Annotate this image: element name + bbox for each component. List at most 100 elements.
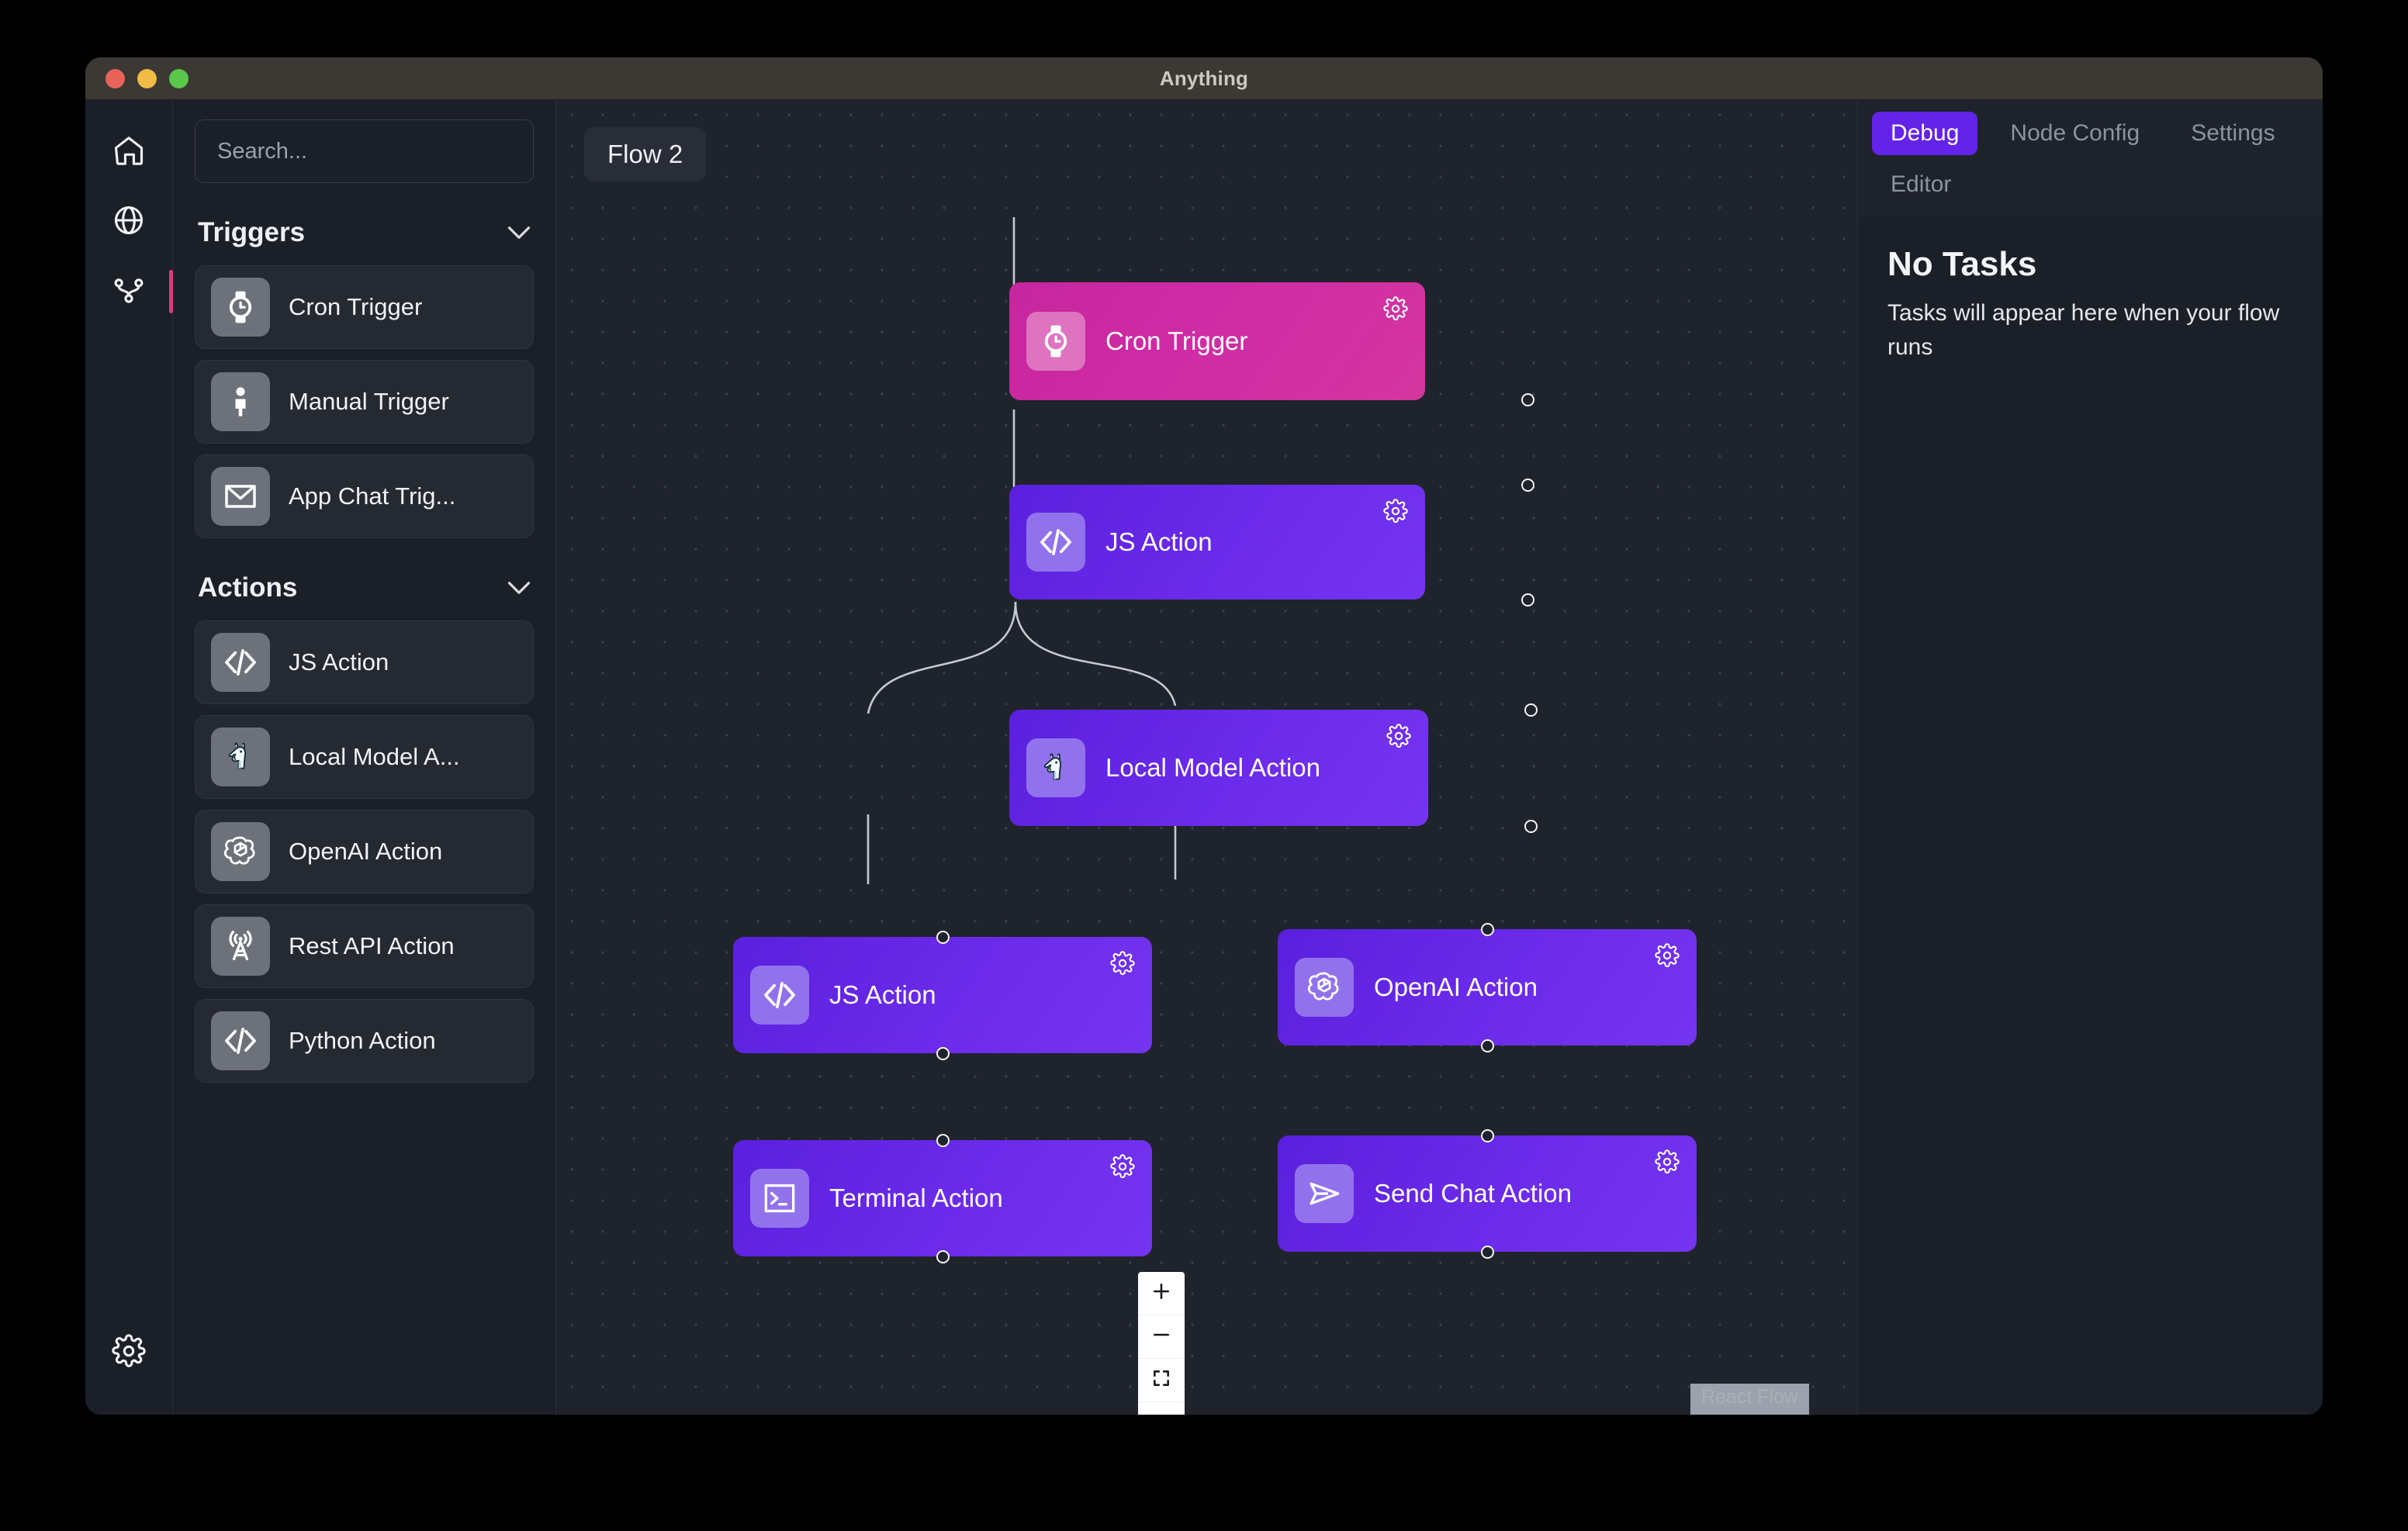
flow-node-js-action-2[interactable]: JS Action	[733, 937, 1152, 1053]
section-header-actions[interactable]: Actions	[198, 572, 531, 603]
node-handle-target[interactable]	[936, 1134, 950, 1147]
toggle-interactivity-button[interactable]	[1138, 1402, 1185, 1415]
code-brackets-icon	[1026, 513, 1085, 572]
flow-node-local-model-action[interactable]: Local Model Action	[1009, 710, 1428, 826]
flow-node-label: Send Chat Action	[1374, 1179, 1572, 1208]
react-flow-watermark[interactable]: React Flow	[1690, 1384, 1809, 1415]
palette-item-label: Local Model A...	[289, 743, 460, 770]
node-handle-target[interactable]	[936, 931, 950, 944]
tab-node-config[interactable]: Node Config	[1991, 112, 2158, 155]
flow-branch-icon	[112, 273, 146, 311]
section-title-actions: Actions	[198, 572, 298, 603]
palette-item-js-action[interactable]: JS Action	[195, 620, 534, 704]
llama-icon	[1026, 738, 1085, 797]
tab-settings[interactable]: Settings	[2172, 112, 2293, 155]
node-settings-gear-icon[interactable]	[1386, 724, 1411, 748]
search-input[interactable]	[195, 119, 534, 183]
unlock-icon	[1151, 1412, 1171, 1415]
edge-local-to-openai	[1014, 601, 1177, 707]
zoom-controls	[1138, 1272, 1185, 1415]
terminal-icon	[750, 1169, 809, 1228]
palette-item-manual-trigger[interactable]: Manual Trigger	[195, 360, 534, 444]
node-settings-gear-icon[interactable]	[1655, 943, 1680, 968]
flow-node-label: JS Action	[829, 980, 936, 1009]
code-brackets-icon	[750, 966, 809, 1025]
window-body: Triggers Cron Trigger	[85, 99, 2323, 1415]
zoom-in-button[interactable]	[1138, 1272, 1185, 1315]
flow-node-label: Cron Trigger	[1105, 327, 1248, 355]
node-handle-source[interactable]	[1524, 820, 1538, 833]
tab-debug[interactable]: Debug	[1872, 112, 1978, 155]
rail-item-home[interactable]	[101, 124, 157, 180]
llama-icon	[211, 727, 270, 786]
paper-plane-icon	[1295, 1164, 1354, 1223]
node-handle-source[interactable]	[936, 1250, 950, 1263]
code-brackets-icon	[211, 633, 270, 692]
node-settings-gear-icon[interactable]	[1383, 499, 1408, 524]
flow-node-terminal-action[interactable]: Terminal Action	[733, 1140, 1152, 1256]
node-settings-gear-icon[interactable]	[1383, 296, 1408, 321]
rail-item-globe[interactable]	[101, 194, 157, 250]
empty-state-heading: No Tasks	[1887, 245, 2037, 283]
node-settings-gear-icon[interactable]	[1110, 1154, 1135, 1179]
flow-node-cron-trigger[interactable]: Cron Trigger	[1009, 282, 1425, 400]
inspector-body: No Tasks Tasks will appear here when you…	[1858, 217, 2323, 364]
node-palette-panel: Triggers Cron Trigger	[173, 99, 556, 1415]
node-settings-gear-icon[interactable]	[1655, 1149, 1680, 1174]
watch-clock-icon	[1026, 312, 1085, 371]
palette-item-label: JS Action	[289, 648, 389, 676]
home-icon	[112, 133, 146, 171]
empty-state-subtext: Tasks will appear here when your flow ru…	[1887, 300, 2280, 360]
flow-node-openai-action[interactable]: OpenAI Action	[1278, 929, 1697, 1045]
openai-icon	[211, 822, 270, 881]
plus-icon	[1151, 1281, 1171, 1305]
rail-item-flows[interactable]	[101, 264, 173, 320]
globe-icon	[112, 203, 146, 241]
palette-item-label: Cron Trigger	[289, 293, 423, 320]
node-handle-target[interactable]	[1481, 923, 1494, 936]
palette-item-cron-trigger[interactable]: Cron Trigger	[195, 265, 534, 349]
palette-item-label: Manual Trigger	[289, 388, 449, 415]
palette-item-app-chat-trigger[interactable]: App Chat Trig...	[195, 454, 534, 538]
flow-node-js-action-1[interactable]: JS Action	[1009, 485, 1425, 600]
edge-local-to-js2	[867, 601, 1017, 714]
flow-node-label: Local Model Action	[1105, 753, 1321, 782]
palette-item-label: Python Action	[289, 1027, 436, 1054]
fit-view-button[interactable]	[1138, 1359, 1185, 1402]
node-settings-gear-icon[interactable]	[1110, 951, 1135, 976]
node-handle-source[interactable]	[1521, 593, 1534, 607]
node-handle-source[interactable]	[1521, 393, 1534, 406]
chevron-down-icon[interactable]	[507, 226, 531, 240]
flow-node-send-chat-action[interactable]: Send Chat Action	[1278, 1135, 1697, 1252]
app-window: Anything Search... Triggers Cron Trigger…	[85, 57, 2323, 1415]
tab-editor[interactable]: Editor	[1872, 163, 1970, 206]
node-handle-source[interactable]	[1481, 1039, 1494, 1052]
palette-item-openai-action[interactable]: OpenAI Action	[195, 810, 534, 893]
flow-node-label: Terminal Action	[829, 1184, 1003, 1212]
person-icon	[211, 372, 270, 431]
window-titlebar: Anything	[85, 57, 2323, 99]
node-handle-source[interactable]	[936, 1047, 950, 1060]
broadcast-tower-icon	[211, 917, 270, 976]
palette-item-rest-api-action[interactable]: Rest API Action	[195, 904, 534, 988]
flow-node-label: JS Action	[1105, 527, 1213, 556]
palette-item-python-action[interactable]: Python Action	[195, 999, 534, 1083]
rail-item-settings[interactable]	[101, 1325, 157, 1381]
envelope-icon	[211, 467, 270, 526]
chevron-down-icon[interactable]	[507, 581, 531, 595]
node-handle-target[interactable]	[1524, 703, 1538, 717]
node-handle-source[interactable]	[1481, 1246, 1494, 1259]
watch-clock-icon	[211, 278, 270, 337]
section-title-triggers: Triggers	[198, 217, 306, 247]
palette-item-local-model-action[interactable]: Local Model A...	[195, 715, 534, 799]
openai-icon	[1295, 958, 1354, 1017]
flow-canvas[interactable]: Flow 2 Cron Trigger JS Action Local Mode…	[556, 99, 1857, 1415]
node-handle-target[interactable]	[1481, 1129, 1494, 1142]
flow-name-badge[interactable]: Flow 2	[584, 127, 707, 181]
palette-item-label: OpenAI Action	[289, 838, 443, 865]
node-handle-target[interactable]	[1521, 479, 1534, 492]
gear-icon	[112, 1333, 146, 1372]
zoom-out-button[interactable]	[1138, 1315, 1185, 1359]
section-header-triggers[interactable]: Triggers	[198, 217, 531, 248]
code-brackets-icon	[211, 1011, 270, 1070]
